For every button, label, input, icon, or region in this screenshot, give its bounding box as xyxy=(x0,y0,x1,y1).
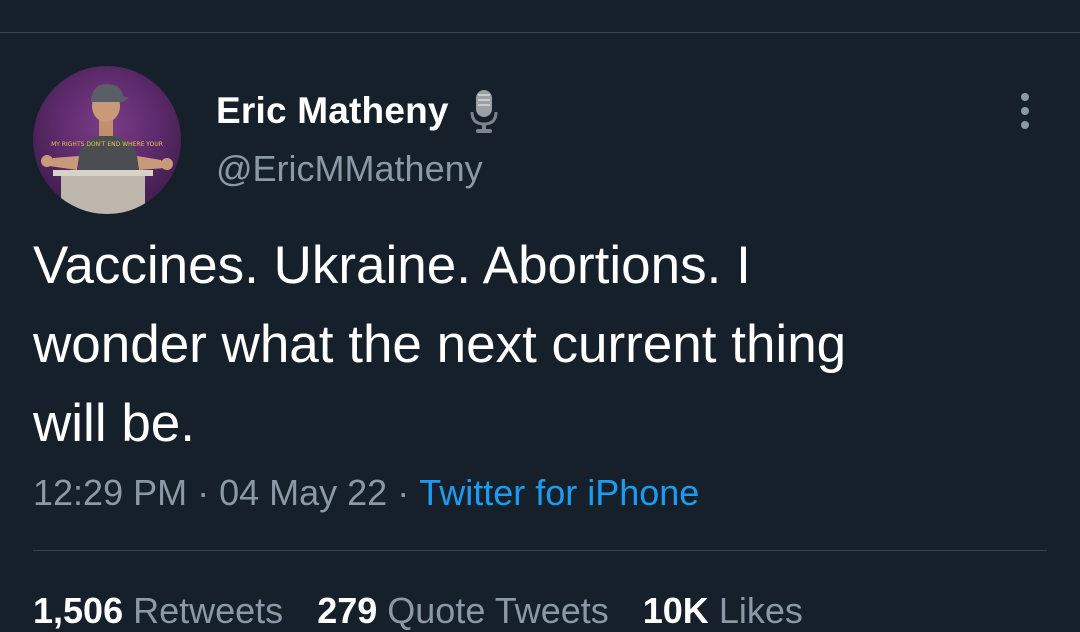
tweet-time[interactable]: 12:29 PM xyxy=(33,472,187,513)
top-divider xyxy=(0,32,1080,33)
tweet-source-link[interactable]: Twitter for iPhone xyxy=(419,472,699,513)
author-name-row: Eric Matheny xyxy=(216,88,499,134)
tweet-metadata: 12:29 PM · 04 May 22 · Twitter for iPhone xyxy=(33,472,699,514)
tweet-text-line: will be. xyxy=(33,394,196,453)
microphone-icon xyxy=(470,90,498,133)
retweets-stat[interactable]: 1,506 Retweets xyxy=(33,590,283,631)
likes-stat[interactable]: 10K Likes xyxy=(643,590,803,631)
stats-divider xyxy=(33,550,1047,551)
more-vertical-icon xyxy=(1021,107,1029,115)
more-vertical-icon xyxy=(1021,93,1029,101)
avatar-photo: MY RIGHTS DON'T END WHERE YOUR xyxy=(41,84,173,214)
display-name[interactable]: Eric Matheny xyxy=(216,90,449,132)
author-handle[interactable]: @EricMMatheny xyxy=(216,148,483,190)
likes-label: Likes xyxy=(718,590,803,631)
retweets-count: 1,506 xyxy=(33,590,124,631)
avatar[interactable]: MY RIGHTS DON'T END WHERE YOUR xyxy=(33,66,181,214)
retweets-label: Retweets xyxy=(133,590,284,631)
tweet-text: Vaccines. Ukraine. Abortions. I wonder w… xyxy=(33,226,1023,463)
engagement-stats: 1,506 Retweets 279 Quote Tweets 10K Likes xyxy=(33,590,837,632)
meta-separator: · xyxy=(197,472,210,513)
quotes-label: Quote Tweets xyxy=(387,590,609,631)
more-vertical-icon xyxy=(1021,121,1029,129)
tweet-date[interactable]: 04 May 22 xyxy=(219,472,387,513)
tweet-text-line: Vaccines. Ukraine. Abortions. I xyxy=(33,236,751,295)
avatar-shirt-text: MY RIGHTS DON'T END WHERE YOUR xyxy=(51,141,163,148)
likes-count: 10K xyxy=(642,590,709,631)
tweet-text-line: wonder what the next current thing xyxy=(33,315,847,374)
quote-tweets-stat[interactable]: 279 Quote Tweets xyxy=(317,590,609,631)
more-options-button[interactable] xyxy=(1008,90,1042,132)
quotes-count: 279 xyxy=(317,590,378,631)
meta-separator: · xyxy=(397,472,410,513)
